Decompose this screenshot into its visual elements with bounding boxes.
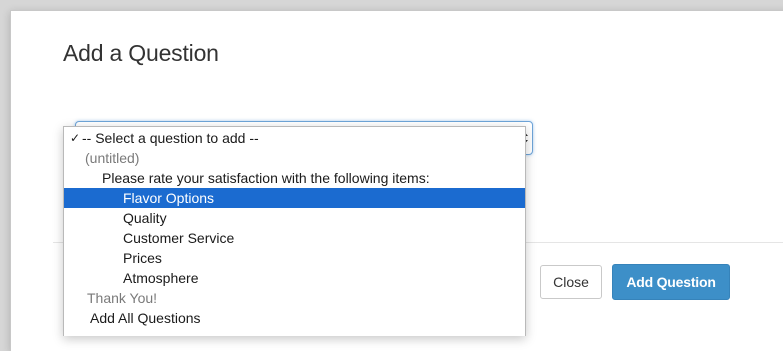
option-thank-you-group: Thank You! [64, 288, 525, 308]
option-add-all-questions[interactable]: Add All Questions [64, 308, 525, 328]
option-atmosphere[interactable]: Atmosphere [64, 268, 525, 288]
option-label: (untitled) [85, 150, 140, 166]
option-label: Add All Questions [90, 310, 201, 326]
option-label: Quality [123, 210, 167, 226]
option-label: Prices [123, 250, 162, 266]
option-label: Thank You! [87, 290, 158, 306]
option-select-placeholder[interactable]: ✓ -- Select a question to add -- [64, 128, 525, 148]
option-prices[interactable]: Prices [64, 248, 525, 268]
option-flavor-options[interactable]: Flavor Options [64, 188, 525, 208]
dialog-title: Add a Question [63, 40, 219, 66]
check-icon: ✓ [70, 131, 81, 145]
option-customer-service[interactable]: Customer Service [64, 228, 525, 248]
option-label: Customer Service [123, 230, 235, 246]
option-quality[interactable]: Quality [64, 208, 525, 228]
option-satisfaction-question[interactable]: Please rate your satisfaction with the f… [64, 168, 525, 188]
option-untitled-group: (untitled) [64, 148, 525, 168]
option-label: -- Select a question to add -- [82, 130, 259, 146]
option-label: Please rate your satisfaction with the f… [102, 170, 430, 186]
option-label: Atmosphere [123, 270, 199, 286]
option-label: Flavor Options [123, 190, 215, 206]
add-question-button[interactable]: Add Question [612, 264, 730, 300]
close-button[interactable]: Close [540, 265, 602, 299]
question-dropdown-list: ✓ -- Select a question to add -- (untitl… [63, 126, 526, 336]
